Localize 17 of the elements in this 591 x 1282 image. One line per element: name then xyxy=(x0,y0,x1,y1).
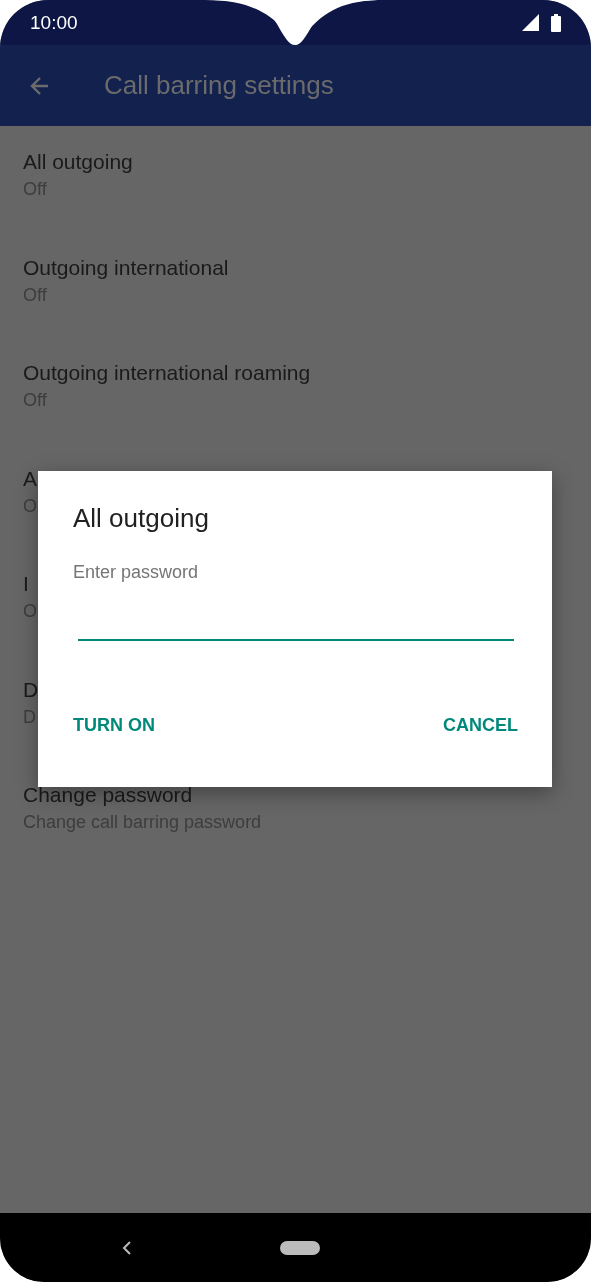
setting-title[interactable]: All outgoing xyxy=(23,150,133,174)
status-time: 10:00 xyxy=(30,11,78,34)
dialog-button[interactable]: TURN ON xyxy=(73,711,155,740)
dialog-message: Enter password xyxy=(73,562,199,583)
dialog-button[interactable]: CANCEL xyxy=(443,711,518,740)
setting-title[interactable]: Change password xyxy=(23,783,193,807)
setting-title[interactable]: A xyxy=(23,466,37,491)
battery-icon xyxy=(551,13,561,32)
setting-title[interactable]: D xyxy=(23,677,39,702)
setting-title[interactable]: I xyxy=(23,572,29,596)
setting-title[interactable]: Outgoing international xyxy=(23,255,229,280)
dialog-title: All outgoing xyxy=(73,503,209,534)
back-icon[interactable] xyxy=(122,1240,132,1255)
home-icon[interactable] xyxy=(280,1240,320,1255)
signal-icon xyxy=(522,14,539,31)
setting-title[interactable]: Outgoing international roaming xyxy=(23,361,311,385)
screen-title: Call barring settings xyxy=(104,70,334,101)
